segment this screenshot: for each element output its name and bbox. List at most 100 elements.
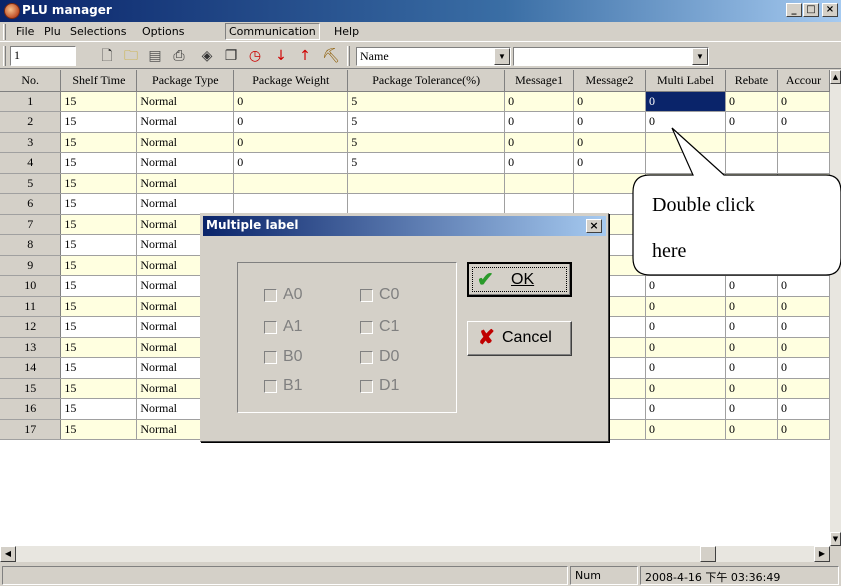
menu-communication[interactable]: Communication — [225, 23, 320, 40]
table-cell[interactable]: 0 — [725, 378, 778, 399]
table-cell[interactable] — [777, 193, 830, 215]
new-file-icon[interactable]: 🗋 — [98, 48, 116, 64]
column-header[interactable]: Multi Label — [645, 70, 726, 92]
row-number-cell[interactable]: 1 — [0, 91, 62, 112]
checkbox-box[interactable] — [360, 321, 373, 334]
table-row[interactable]: 5 15 Normal — [0, 173, 830, 194]
checkbox-box[interactable] — [264, 289, 277, 302]
scroll-left-icon[interactable]: ◀ — [0, 546, 16, 562]
field-select[interactable]: Name ▼ — [356, 47, 511, 66]
column-header[interactable]: Rebate — [725, 70, 778, 92]
table-cell[interactable] — [645, 173, 726, 194]
table-cell[interactable]: 15 — [60, 193, 138, 215]
table-cell[interactable]: 0 — [573, 132, 647, 153]
dialog-close-button[interactable]: × — [586, 219, 602, 233]
menu-selections[interactable]: Selections — [70, 25, 126, 38]
table-cell[interactable]: 15 — [60, 91, 138, 112]
table-cell[interactable]: 15 — [60, 152, 138, 174]
table-cell[interactable] — [504, 173, 575, 194]
table-cell[interactable]: 0 — [645, 337, 726, 358]
table-cell[interactable]: 0 — [725, 255, 778, 276]
table-cell[interactable]: 0 — [645, 316, 726, 338]
table-cell[interactable] — [725, 173, 778, 194]
search-combo[interactable]: ▼ — [513, 47, 709, 66]
scroll-right-icon[interactable]: ▶ — [814, 546, 830, 562]
menu-plu[interactable]: Plu — [44, 25, 61, 38]
checkbox-box[interactable] — [264, 351, 277, 364]
checkbox-box[interactable] — [264, 380, 277, 393]
column-header[interactable]: Message2 — [573, 70, 647, 92]
minimize-button[interactable]: _ — [786, 3, 802, 17]
row-number-cell[interactable]: 15 — [0, 378, 62, 399]
checkbox-box[interactable] — [360, 351, 373, 364]
table-cell[interactable] — [645, 132, 726, 153]
table-cell[interactable]: 15 — [60, 214, 138, 235]
row-number-cell[interactable]: 17 — [0, 419, 62, 440]
row-number-cell[interactable]: 4 — [0, 152, 62, 174]
table-cell[interactable]: 5 — [347, 111, 506, 133]
table-cell[interactable]: 0 — [725, 214, 778, 235]
menu-options[interactable]: Options — [142, 25, 184, 38]
table-cell[interactable] — [725, 132, 778, 153]
table-cell[interactable]: 0 — [233, 132, 349, 153]
table-cell[interactable]: 0 — [573, 111, 647, 133]
table-cell[interactable]: 0 — [777, 111, 830, 133]
table-cell[interactable]: Normal — [136, 111, 235, 133]
column-header[interactable]: Shelf Time — [60, 70, 138, 92]
maximize-button[interactable]: □ — [803, 3, 819, 17]
row-number-cell[interactable]: 11 — [0, 296, 62, 317]
row-number-cell[interactable]: 5 — [0, 173, 62, 194]
table-cell[interactable]: Normal — [136, 193, 235, 215]
row-number-cell[interactable]: 9 — [0, 255, 62, 276]
save-icon[interactable]: ▤ — [146, 48, 164, 64]
table-cell[interactable]: 0 — [725, 337, 778, 358]
open-folder-icon[interactable]: 🗀 — [122, 48, 140, 64]
table-cell[interactable] — [573, 193, 647, 215]
table-cell[interactable]: 0 — [777, 419, 830, 440]
table-cell[interactable]: 15 — [60, 316, 138, 338]
table-cell[interactable] — [233, 193, 349, 215]
table-cell[interactable]: 0 — [725, 419, 778, 440]
column-header[interactable]: Package Type — [136, 70, 235, 92]
menu-file[interactable]: File — [16, 25, 34, 38]
row-number-cell[interactable]: 13 — [0, 337, 62, 358]
table-cell[interactable] — [573, 173, 647, 194]
table-cell[interactable]: 0 — [725, 398, 778, 420]
table-cell[interactable]: 15 — [60, 132, 138, 153]
table-cell[interactable]: 5 — [347, 152, 506, 174]
column-header[interactable]: No. — [0, 70, 62, 92]
table-row[interactable]: 3 15 Normal 0 5 0 0 — [0, 132, 830, 153]
menu-help[interactable]: Help — [334, 25, 359, 38]
horizontal-scroll-thumb[interactable] — [700, 546, 716, 562]
close-button[interactable]: × — [822, 3, 838, 17]
table-cell[interactable]: Normal — [136, 152, 235, 174]
dialog-title-bar[interactable]: Multiple label × — [203, 216, 606, 236]
table-cell[interactable]: 0 — [645, 275, 726, 297]
table-cell[interactable]: 0 — [645, 111, 726, 133]
table-cell[interactable]: 5 — [347, 132, 506, 153]
row-number-cell[interactable]: 12 — [0, 316, 62, 338]
table-cell[interactable]: 0 — [777, 316, 830, 338]
clock-icon[interactable]: ◷ — [246, 48, 264, 64]
table-cell[interactable]: 0 — [645, 357, 726, 379]
table-cell[interactable]: 15 — [60, 255, 138, 276]
horizontal-scrollbar[interactable]: ◀ ▶ — [0, 546, 830, 562]
table-cell[interactable] — [777, 173, 830, 194]
arrow-up-red-icon[interactable]: ↑ — [296, 48, 314, 64]
tool-icon[interactable]: ⛏ — [322, 48, 340, 64]
table-cell[interactable]: 0 — [777, 234, 830, 256]
row-number-cell[interactable]: 10 — [0, 275, 62, 297]
checkbox-box[interactable] — [360, 380, 373, 393]
row-number-cell[interactable]: 3 — [0, 132, 62, 153]
table-cell[interactable]: 0 — [645, 214, 726, 235]
table-cell[interactable]: 0 — [504, 111, 575, 133]
table-row[interactable]: 1 15 Normal 0 5 0 0 0 0 0 — [0, 91, 830, 112]
column-header[interactable]: Package Weight — [233, 70, 349, 92]
table-cell[interactable] — [504, 193, 575, 215]
row-number-cell[interactable]: 6 — [0, 193, 62, 215]
table-cell[interactable]: 0 — [777, 296, 830, 317]
scroll-down-icon[interactable]: ▼ — [830, 532, 841, 546]
table-cell[interactable]: 15 — [60, 378, 138, 399]
row-number-cell[interactable]: 14 — [0, 357, 62, 379]
table-cell[interactable]: 0 — [777, 398, 830, 420]
